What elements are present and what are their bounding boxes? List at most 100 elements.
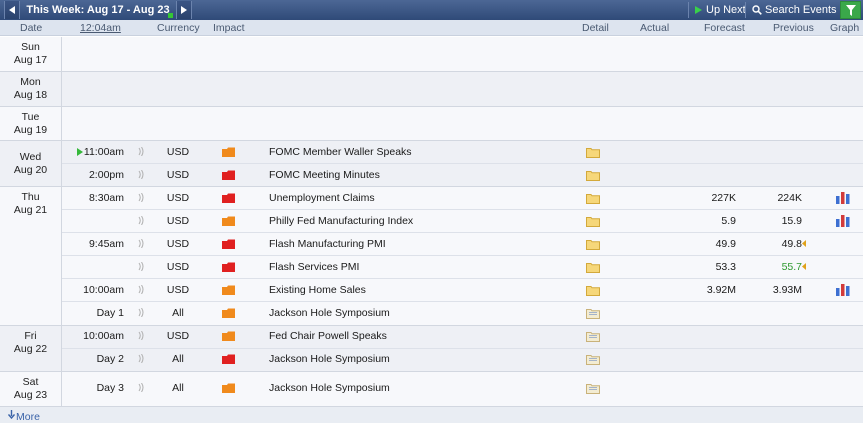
event-title[interactable]: Flash Manufacturing PMI <box>269 238 386 250</box>
day-row: Thu Aug 21 <box>0 187 863 325</box>
speaker-icon[interactable] <box>138 216 144 225</box>
event-time: 10:00am <box>83 330 124 342</box>
play-icon <box>695 6 702 14</box>
detail-folder-icon[interactable] <box>586 285 600 296</box>
week-title[interactable]: This Week: Aug 17 - Aug 23 <box>22 0 174 20</box>
event-time: Day 2 <box>96 353 124 365</box>
speaker-icon[interactable] <box>138 383 144 392</box>
up-next-button[interactable]: Up Next <box>692 0 746 20</box>
detail-folder-icon[interactable] <box>586 147 600 158</box>
day-cell: Sun Aug 17 <box>0 37 62 71</box>
revision-arrow-icon <box>802 263 806 270</box>
more-footer: More <box>0 406 863 423</box>
event-time: Day 1 <box>96 307 124 319</box>
event-currency: USD <box>166 284 190 296</box>
impact-red-icon <box>222 239 235 249</box>
column-detail: Detail <box>582 22 609 34</box>
more-label: More <box>16 411 40 423</box>
impact-orange-icon <box>222 285 235 295</box>
event-previous: 55.7 <box>781 261 802 273</box>
event-currency: USD <box>166 169 190 181</box>
detail-folder-icon[interactable] <box>586 193 600 204</box>
event-title[interactable]: Existing Home Sales <box>269 284 366 296</box>
impact-red-icon <box>222 262 235 272</box>
divider <box>62 278 863 279</box>
divider <box>62 348 863 349</box>
week-title-label: This Week: Aug 17 - Aug 23 <box>26 4 170 16</box>
previous-week-button[interactable] <box>4 1 20 19</box>
column-time-current[interactable]: 12:04am <box>80 22 121 34</box>
more-link[interactable]: More <box>7 409 40 423</box>
next-event-marker-icon <box>77 148 83 156</box>
day-name: Thu <box>21 191 40 203</box>
divider <box>62 163 863 164</box>
triangle-right-icon <box>181 6 187 14</box>
speaker-icon[interactable] <box>138 285 144 294</box>
toolbar-divider <box>745 2 746 18</box>
detail-folder-icon[interactable] <box>586 170 600 181</box>
speaker-icon[interactable] <box>138 354 144 363</box>
day-cell: Wed Aug 20 <box>0 141 62 186</box>
event-title[interactable]: Flash Services PMI <box>269 261 359 273</box>
event-forecast: 227K <box>711 192 736 204</box>
detail-folder-icon[interactable] <box>586 262 600 273</box>
event-title[interactable]: FOMC Member Waller Speaks <box>269 146 412 158</box>
column-actual: Actual <box>640 22 670 34</box>
event-title[interactable]: Philly Fed Manufacturing Index <box>269 215 413 227</box>
bar-chart-icon[interactable] <box>835 191 851 204</box>
detail-folder-icon[interactable] <box>586 331 600 342</box>
filter-button[interactable] <box>840 1 861 19</box>
day-cell: Fri Aug 22 <box>0 326 62 371</box>
day-name: Tue <box>21 110 40 123</box>
event-title[interactable]: Unemployment Claims <box>269 192 375 204</box>
event-title[interactable]: FOMC Meeting Minutes <box>269 169 380 181</box>
detail-folder-icon[interactable] <box>586 239 600 250</box>
day-cell: Sat Aug 23 <box>0 372 62 406</box>
triangle-left-icon <box>9 6 15 14</box>
speaker-icon[interactable] <box>138 193 144 202</box>
event-forecast: 5.9 <box>721 215 736 227</box>
search-events-button[interactable]: Search Events <box>751 0 837 20</box>
speaker-icon[interactable] <box>138 147 144 156</box>
day-row: Mon Aug 18 <box>0 72 863 106</box>
column-header-row: Date 12:04am Currency Impact Detail Actu… <box>0 20 863 36</box>
column-forecast: Forecast <box>704 22 745 34</box>
event-title[interactable]: Fed Chair Powell Speaks <box>269 330 387 342</box>
event-forecast: 3.92M <box>706 284 736 296</box>
day-name: Fri <box>24 330 37 342</box>
event-currency: All <box>172 382 184 394</box>
day-date: Aug 22 <box>13 343 48 355</box>
day-date: Aug 23 <box>13 389 48 401</box>
event-title[interactable]: Jackson Hole Symposium <box>269 382 390 394</box>
speaker-icon[interactable] <box>138 170 144 179</box>
bar-chart-icon[interactable] <box>835 283 851 296</box>
event-forecast: 49.9 <box>715 238 736 250</box>
impact-orange-icon <box>222 308 235 318</box>
speaker-icon[interactable] <box>138 262 144 271</box>
speaker-icon[interactable] <box>138 308 144 317</box>
event-previous: 15.9 <box>781 215 802 227</box>
divider <box>62 255 863 256</box>
detail-folder-icon[interactable] <box>586 354 600 365</box>
event-currency: USD <box>166 238 190 250</box>
next-week-button[interactable] <box>176 1 192 19</box>
impact-orange-icon <box>222 383 235 393</box>
impact-red-icon <box>222 354 235 364</box>
detail-folder-icon[interactable] <box>586 383 600 394</box>
funnel-icon <box>845 4 856 16</box>
speaker-icon[interactable] <box>138 331 144 340</box>
detail-folder-icon[interactable] <box>586 216 600 227</box>
day-name: Sat <box>22 376 39 388</box>
event-time: 8:30am <box>88 192 124 204</box>
divider <box>62 209 863 210</box>
divider <box>62 232 863 233</box>
speaker-icon[interactable] <box>138 239 144 248</box>
detail-folder-icon[interactable] <box>586 308 600 319</box>
column-currency: Currency <box>157 22 200 34</box>
event-previous: 3.93M <box>772 284 802 296</box>
event-time: 9:45am <box>88 238 124 250</box>
event-title[interactable]: Jackson Hole Symposium <box>269 353 390 365</box>
column-previous: Previous <box>773 22 814 34</box>
bar-chart-icon[interactable] <box>835 214 851 227</box>
event-title[interactable]: Jackson Hole Symposium <box>269 307 390 319</box>
